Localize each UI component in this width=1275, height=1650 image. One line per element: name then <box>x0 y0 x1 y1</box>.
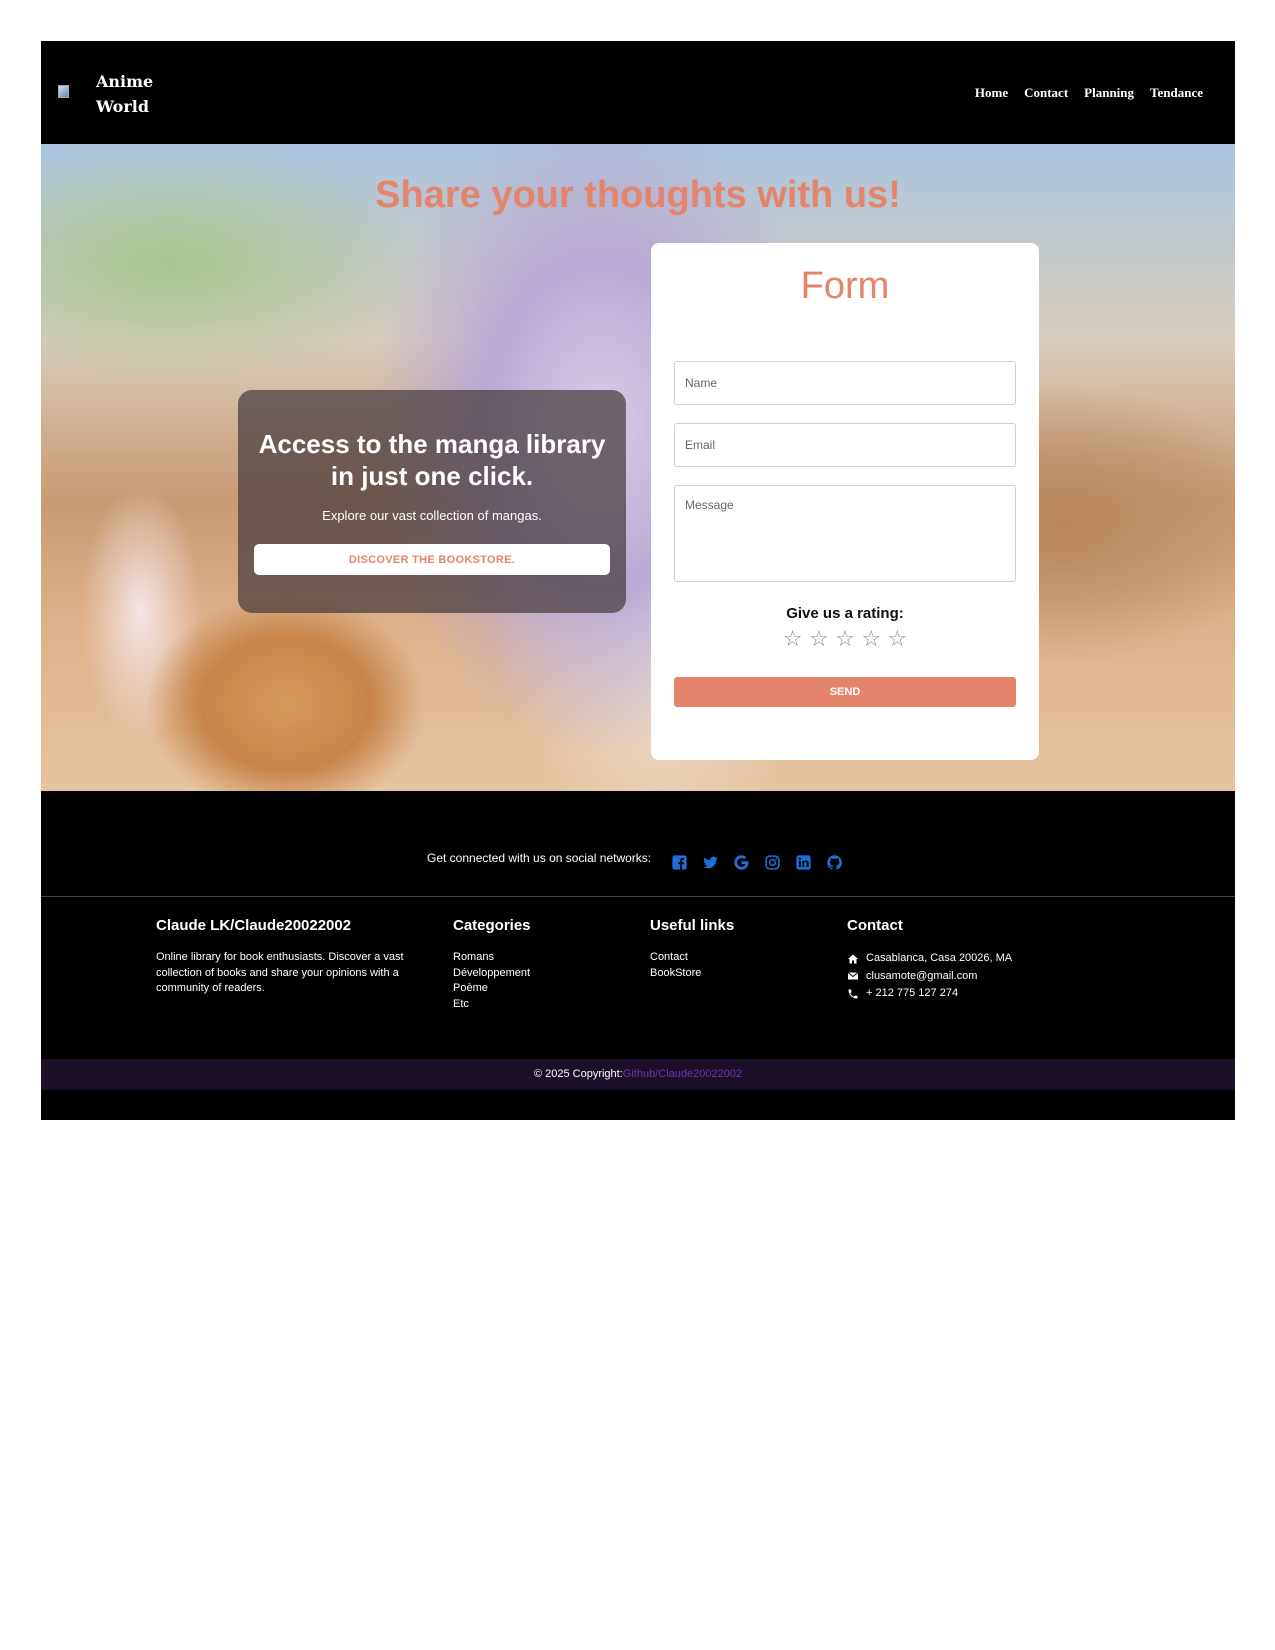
copyright-link[interactable]: Github/Claude20022002 <box>623 1068 742 1080</box>
email-input[interactable] <box>674 423 1016 467</box>
category-etc[interactable]: Etc <box>453 997 623 1013</box>
categories-list: Romans Développement Poème Etc <box>453 950 623 1012</box>
social-bar: Get connected with us on social networks… <box>41 791 1235 897</box>
rating-stars: ☆ ☆ ☆ ☆ ☆ <box>651 627 1039 652</box>
promo-subtitle: Explore our vast collection of mangas. <box>322 508 542 523</box>
contact-email: clusamote@gmail.com <box>847 968 1067 986</box>
nav-home[interactable]: Home <box>975 85 1008 101</box>
main-nav: Home Contact Planning Tendance <box>975 85 1203 101</box>
social-icons <box>671 854 843 871</box>
send-button[interactable]: SEND <box>674 677 1016 707</box>
copyright-bar: © 2025 Copyright:Github/Claude20022002 <box>41 1059 1235 1090</box>
brand-line-1: Anime <box>96 72 154 91</box>
useful-links-title: Useful links <box>650 917 735 934</box>
contact-form-card: Form Give us a rating: ☆ ☆ ☆ ☆ ☆ SEND <box>651 243 1039 760</box>
github-icon[interactable] <box>826 854 843 871</box>
page-frame: Anime World Home Contact Planning Tendan… <box>41 41 1235 1120</box>
address-text: Casablanca, Casa 20026, MA <box>866 952 1013 964</box>
rating-label: Give us a rating: <box>786 605 904 622</box>
about-text: Online library for book enthusiasts. Dis… <box>156 951 404 994</box>
contact-address: Casablanca, Casa 20026, MA <box>847 950 1067 968</box>
useful-links-list: Contact BookStore <box>650 950 820 981</box>
logo-image[interactable] <box>58 85 69 98</box>
star-4-icon[interactable]: ☆ <box>861 627 881 652</box>
footer-categories: Categories Romans Développement Poème Et… <box>453 917 623 1012</box>
form-title: Form <box>800 265 890 307</box>
message-textarea[interactable] <box>674 485 1016 582</box>
category-poeme[interactable]: Poème <box>453 981 623 997</box>
promo-heading: Access to the manga library in just one … <box>258 429 606 491</box>
email-text[interactable]: clusamote@gmail.com <box>866 968 977 986</box>
contact-phone: + 212 775 127 274 <box>847 985 1067 1003</box>
link-contact[interactable]: Contact <box>650 950 820 966</box>
category-developpement[interactable]: Développement <box>453 966 623 982</box>
star-1-icon[interactable]: ☆ <box>783 627 803 652</box>
contact-list: Casablanca, Casa 20026, MA clusamote@gma… <box>847 950 1067 1003</box>
brand-line-2: World <box>96 97 150 116</box>
promo-card: Access to the manga library in just one … <box>238 390 626 613</box>
discover-bookstore-button[interactable]: DISCOVER THE BOOKSTORE. <box>254 544 610 575</box>
contact-title: Contact <box>847 917 903 934</box>
nav-tendance[interactable]: Tendance <box>1150 85 1203 101</box>
footer-about: Claude LK/Claude20022002 Online library … <box>156 917 416 997</box>
instagram-icon[interactable] <box>764 854 781 871</box>
link-bookstore[interactable]: BookStore <box>650 966 820 982</box>
categories-title: Categories <box>453 917 531 934</box>
linkedin-icon[interactable] <box>795 854 812 871</box>
category-romans[interactable]: Romans <box>453 950 623 966</box>
star-2-icon[interactable]: ☆ <box>809 627 829 652</box>
social-text: Get connected with us on social networks… <box>427 851 652 865</box>
navbar: Anime World Home Contact Planning Tendan… <box>41 41 1235 144</box>
nav-planning[interactable]: Planning <box>1084 85 1134 101</box>
star-5-icon[interactable]: ☆ <box>888 627 908 652</box>
facebook-icon[interactable] <box>671 854 688 871</box>
phone-text[interactable]: + 212 775 127 274 <box>866 985 958 1003</box>
hero-title: Share your thoughts with us! <box>375 174 901 216</box>
hero-section: Share your thoughts with us! Access to t… <box>41 144 1235 791</box>
home-icon <box>848 954 858 964</box>
about-title: Claude LK/Claude20022002 <box>156 917 352 934</box>
name-input[interactable] <box>674 361 1016 405</box>
copyright-text: © 2025 Copyright: <box>533 1068 623 1080</box>
star-3-icon[interactable]: ☆ <box>835 627 855 652</box>
twitter-icon[interactable] <box>702 854 719 871</box>
envelope-icon <box>847 972 859 980</box>
google-icon[interactable] <box>733 854 750 871</box>
phone-icon <box>848 989 858 999</box>
brand-name[interactable]: Anime World <box>96 69 153 119</box>
footer-contact: Contact Casablanca, Casa 20026, MA clusa… <box>847 917 1067 1003</box>
nav-contact[interactable]: Contact <box>1024 85 1068 101</box>
footer-useful-links: Useful links Contact BookStore <box>650 917 820 981</box>
